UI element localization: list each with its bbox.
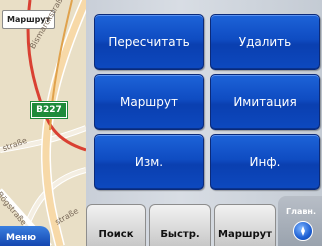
navigation-route-menu-screen: Маршрут B227 Bismarckstraße straße Bögst… <box>0 0 322 246</box>
tab-quick[interactable]: Быстр. <box>149 204 211 246</box>
main-menu-button[interactable]: Главн. <box>278 196 322 246</box>
simulation-button[interactable]: Имитация <box>210 74 320 130</box>
road-number-badge: B227 <box>30 101 68 119</box>
tab-search[interactable]: Поиск <box>86 204 146 246</box>
map-view[interactable]: Маршрут B227 Bismarckstraße straße Bögst… <box>0 0 86 246</box>
tab-search-label: Поиск <box>98 229 134 240</box>
tab-route-label: Маршрут <box>218 229 272 240</box>
edit-route-button[interactable]: Изм. <box>94 134 204 190</box>
delete-route-button[interactable]: Удалить <box>210 14 320 70</box>
recalculate-button[interactable]: Пересчитать <box>94 14 204 70</box>
tab-quick-label: Быстр. <box>160 229 200 240</box>
tab-route[interactable]: Маршрут <box>214 204 276 246</box>
compass-icon <box>293 221 313 241</box>
main-menu-label: Главн. <box>286 207 316 216</box>
menu-button[interactable]: Меню <box>0 226 50 246</box>
route-button[interactable]: Маршрут <box>94 74 204 130</box>
route-info-button[interactable]: Инф. <box>210 134 320 190</box>
